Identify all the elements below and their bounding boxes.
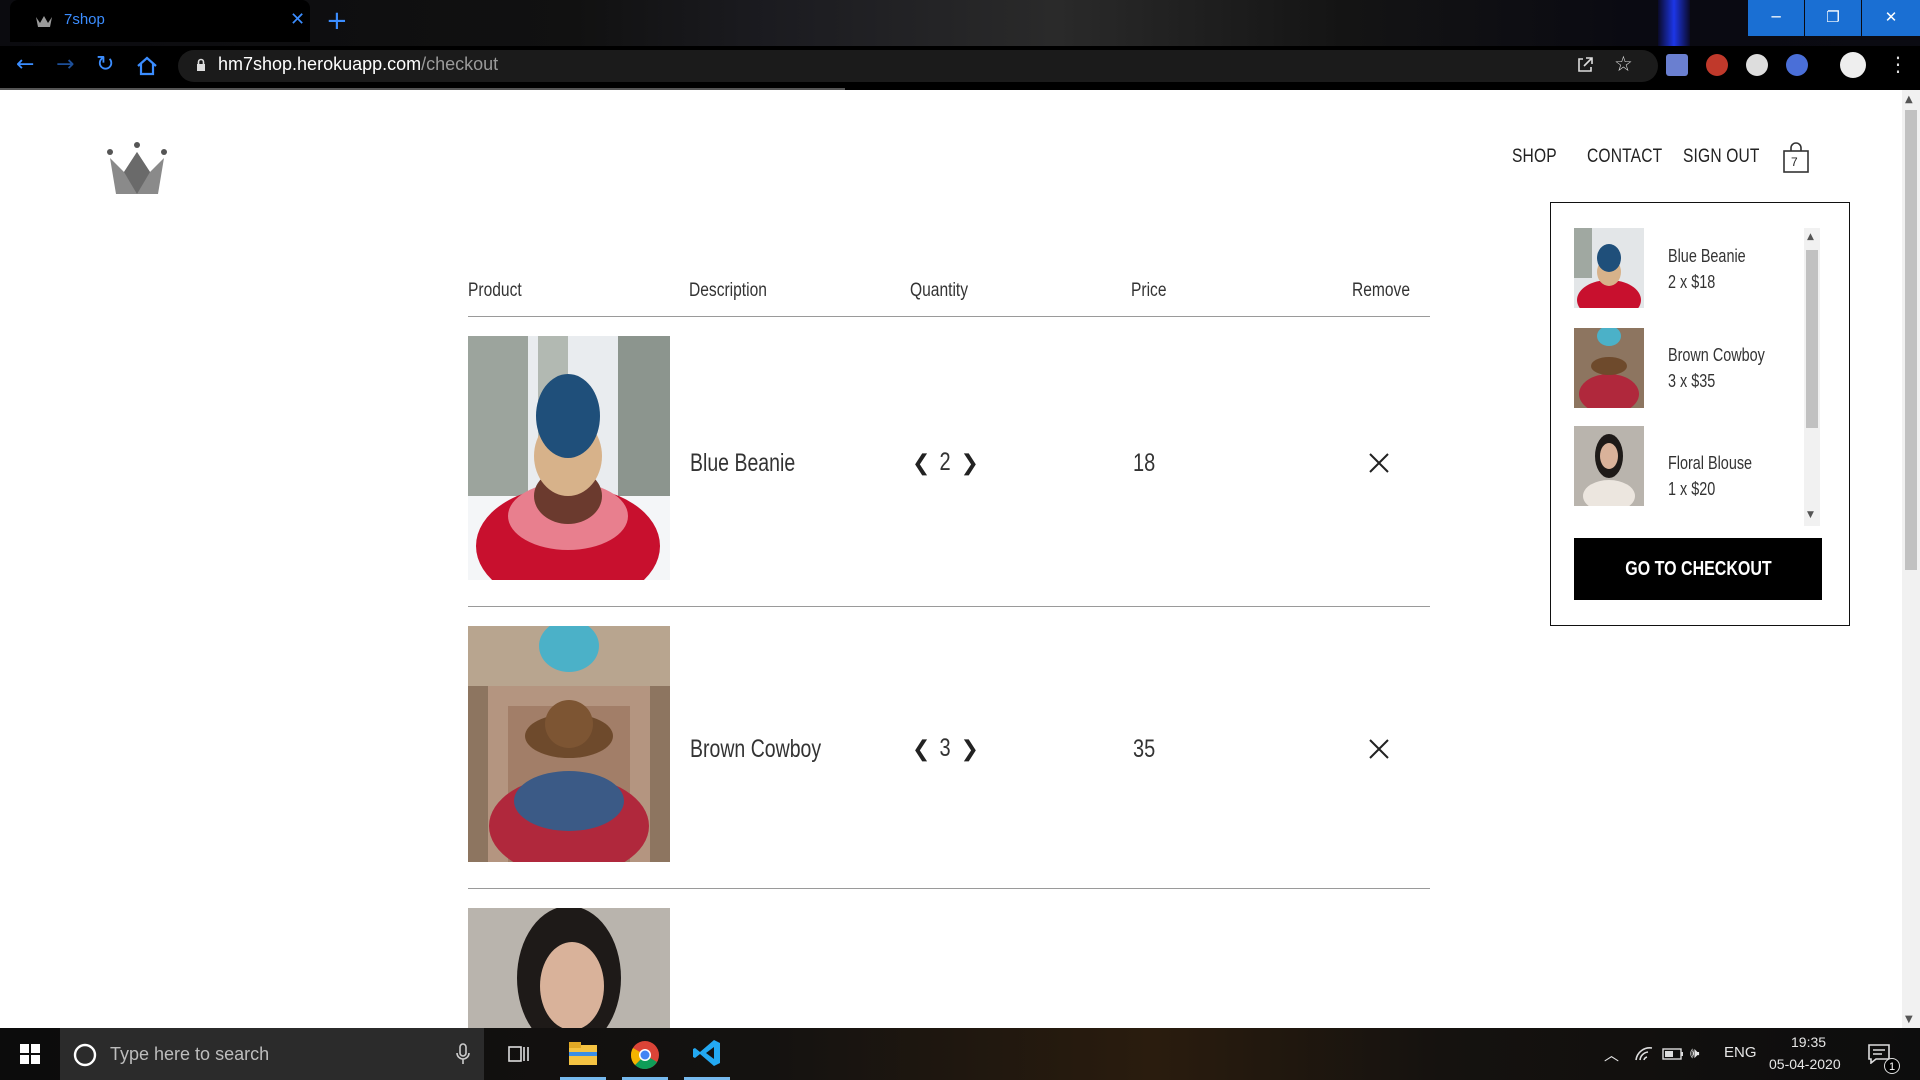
tab-title: 7shop xyxy=(64,11,105,28)
profile-avatar[interactable] xyxy=(1840,52,1866,78)
extension-icon[interactable] xyxy=(1746,54,1768,76)
increase-quantity-icon[interactable]: ❯ xyxy=(960,451,978,476)
cart-scroll-down-icon[interactable]: ▼ xyxy=(1807,510,1814,520)
header-divider xyxy=(468,316,1430,317)
scroll-up-arrow-icon[interactable]: ▲ xyxy=(1905,94,1913,105)
url-domain: hm7shop.herokuapp.com xyxy=(218,54,422,74)
cart-item-qty-price: 1 x $20 xyxy=(1668,479,1716,499)
cart-count: 7 xyxy=(1791,155,1798,169)
increase-quantity-icon[interactable]: ❯ xyxy=(960,737,978,762)
vscode-taskbar-button[interactable] xyxy=(678,1028,736,1080)
extension-icon[interactable] xyxy=(1706,54,1728,76)
windows-start-icon[interactable] xyxy=(0,1028,60,1080)
quantity-value: 3 xyxy=(939,734,951,762)
show-hidden-icons-icon[interactable]: ︿ xyxy=(1604,1044,1619,1065)
row-description: Blue Beanie xyxy=(690,449,796,477)
folder-icon xyxy=(569,1042,597,1065)
nav-shop[interactable]: SHOP xyxy=(1512,146,1557,168)
taskbar-search-placeholder: Type here to search xyxy=(110,1044,270,1064)
row-description: Brown Cowboy xyxy=(690,735,822,763)
cart-scroll-up-icon[interactable]: ▲ xyxy=(1807,232,1814,242)
lock-icon xyxy=(197,58,205,71)
product-image-floral-blouse xyxy=(468,908,670,1028)
column-header-product: Product xyxy=(468,280,522,301)
url-path: /checkout xyxy=(421,54,499,74)
wifi-icon[interactable] xyxy=(1634,1046,1654,1062)
decrease-quantity-icon[interactable]: ❮ xyxy=(912,737,930,762)
cart-item-name: Brown Cowboy xyxy=(1668,345,1765,365)
vscode-icon xyxy=(693,1040,720,1066)
notification-count-badge: 1 xyxy=(1884,1058,1900,1074)
product-image-blue-beanie xyxy=(468,336,670,580)
window-close-icon[interactable]: ✕ xyxy=(1862,0,1920,36)
cart-item-image xyxy=(1574,328,1644,408)
home-icon[interactable] xyxy=(136,56,158,76)
row-divider xyxy=(468,888,1430,889)
go-to-checkout-button[interactable]: GO TO CHECKOUT xyxy=(1574,538,1822,600)
close-icon[interactable] xyxy=(1368,452,1390,474)
nav-sign-out[interactable]: SIGN OUT xyxy=(1683,146,1760,168)
restore-icon[interactable]: ❐ xyxy=(1805,0,1861,36)
clock-time[interactable]: 19:35 xyxy=(1791,1034,1826,1050)
volume-icon[interactable]: 🕪 xyxy=(1690,1044,1699,1062)
quantity-stepper: ❮ 3 ❯ xyxy=(912,734,979,763)
crown-logo-icon[interactable] xyxy=(104,142,170,198)
checkout-button-label: GO TO CHECKOUT xyxy=(1624,558,1772,580)
cart-item-image xyxy=(1574,426,1644,506)
column-header-description: Description xyxy=(689,280,767,301)
browser-tab[interactable]: 7shop ✕ xyxy=(10,0,310,42)
cart-item-name: Floral Blouse xyxy=(1668,453,1753,473)
cart-item-image xyxy=(1574,228,1644,308)
scroll-down-arrow-icon[interactable]: ▼ xyxy=(1905,1014,1913,1025)
clock-date[interactable]: 05-04-2020 xyxy=(1769,1056,1841,1072)
microphone-icon[interactable] xyxy=(456,1043,470,1065)
task-view-icon[interactable] xyxy=(508,1044,530,1064)
cart-item-qty-price: 2 x $18 xyxy=(1668,272,1716,292)
language-indicator[interactable]: ENG xyxy=(1724,1044,1757,1061)
open-in-app-icon[interactable] xyxy=(1576,56,1594,74)
crown-favicon-icon xyxy=(36,16,52,27)
bookmark-star-icon[interactable]: ☆ xyxy=(1614,52,1633,76)
page-scroll-thumb[interactable] xyxy=(1905,110,1917,570)
nav-contact[interactable]: CONTACT xyxy=(1587,146,1662,168)
extension-icon[interactable] xyxy=(1786,54,1808,76)
row-price: 18 xyxy=(1133,449,1156,477)
product-image-brown-cowboy xyxy=(468,626,670,862)
cart-item-name: Blue Beanie xyxy=(1668,246,1746,266)
reload-icon[interactable]: ↻ xyxy=(96,52,114,77)
forward-arrow-icon[interactable]: → xyxy=(56,52,74,77)
quantity-stepper: ❮ 2 ❯ xyxy=(912,448,979,477)
cart-item-qty-price: 3 x $35 xyxy=(1668,371,1716,391)
new-tab-icon[interactable]: + xyxy=(326,6,348,36)
column-header-remove: Remove xyxy=(1352,280,1411,301)
close-icon[interactable] xyxy=(1368,738,1390,760)
battery-icon[interactable] xyxy=(1662,1048,1684,1060)
chrome-taskbar-button[interactable] xyxy=(616,1028,674,1080)
decrease-quantity-icon[interactable]: ❮ xyxy=(912,451,930,476)
row-divider xyxy=(468,606,1430,607)
minimize-icon[interactable]: ─ xyxy=(1748,0,1804,36)
tab-close-icon[interactable]: ✕ xyxy=(290,9,305,30)
row-price: 35 xyxy=(1133,735,1156,763)
extension-icon[interactable] xyxy=(1666,54,1688,76)
back-arrow-icon[interactable]: ← xyxy=(16,52,34,77)
cart-scroll-thumb[interactable] xyxy=(1806,250,1818,428)
cortana-icon[interactable] xyxy=(72,1042,98,1068)
quantity-value: 2 xyxy=(939,448,951,476)
column-header-price: Price xyxy=(1131,280,1167,301)
file-explorer-taskbar-button[interactable] xyxy=(554,1028,612,1080)
menu-kebab-icon[interactable]: ⋮ xyxy=(1888,52,1908,76)
column-header-quantity: Quantity xyxy=(910,280,969,301)
chrome-icon xyxy=(630,1041,659,1070)
url-text[interactable]: hm7shop.herokuapp.com/checkout xyxy=(218,54,498,75)
